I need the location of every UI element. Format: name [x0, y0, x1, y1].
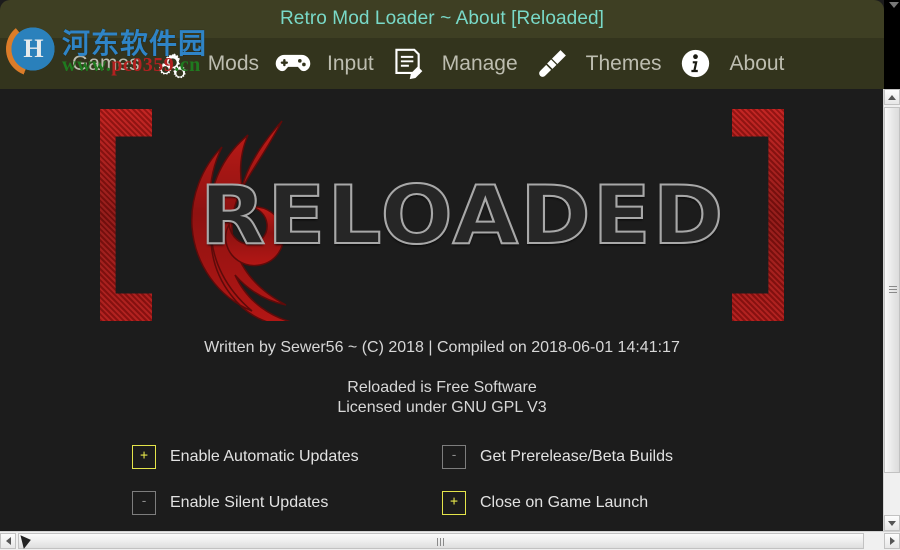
about-credits-line: Written by Sewer56 ~ (C) 2018 | Compiled…: [204, 339, 680, 356]
logo-wordmark: RELOADED: [199, 168, 726, 263]
nav-label-games: Games: [72, 51, 140, 75]
window-right-edge: [884, 0, 900, 89]
nav-label-manage: Manage: [441, 51, 518, 75]
paintbrush-icon: [532, 44, 572, 84]
info-circle-icon: [676, 44, 716, 84]
about-options-grid: + Enable Automatic Updates - Get Prerele…: [132, 445, 752, 515]
about-license-line-1: Reloaded is Free Software: [347, 379, 537, 396]
option-enable-automatic-updates[interactable]: + Enable Automatic Updates: [132, 445, 442, 469]
main-navigation-bar: Games Mods Input Manage Themes About: [0, 38, 884, 89]
scroll-down-button[interactable]: [884, 515, 900, 531]
logo-bracket-left: [100, 109, 152, 321]
horizontal-scrollbar[interactable]: [0, 531, 900, 550]
option-label-enable-automatic-updates: Enable Automatic Updates: [170, 448, 359, 465]
application-window: Retro Mod Loader ~ About [Reloaded] Game…: [0, 0, 900, 550]
option-enable-silent-updates[interactable]: - Enable Silent Updates: [132, 491, 442, 515]
nav-item-themes[interactable]: Themes: [572, 38, 716, 89]
scroll-up-button[interactable]: [884, 89, 900, 105]
nav-label-input: Input: [327, 51, 374, 75]
option-close-on-game-launch[interactable]: + Close on Game Launch: [442, 491, 752, 515]
nav-label-mods: Mods: [207, 51, 260, 75]
nav-item-mods[interactable]: Mods: [194, 38, 313, 89]
checkbox-close-on-game-launch[interactable]: +: [442, 491, 466, 515]
scroll-right-button[interactable]: [884, 533, 900, 549]
scroll-right-arrow-icon: [889, 537, 895, 545]
nav-item-input[interactable]: Input: [313, 38, 428, 89]
nav-label-about: About: [729, 51, 785, 75]
checkbox-enable-automatic-updates[interactable]: +: [132, 445, 156, 469]
vertical-scrollbar[interactable]: [883, 89, 900, 531]
option-label-enable-silent-updates: Enable Silent Updates: [170, 494, 329, 511]
scrollbar-grip-icon: [889, 286, 897, 294]
gears-icon: [154, 44, 194, 84]
window-corner-arrow-icon: [889, 2, 899, 8]
horizontal-scrollbar-thumb[interactable]: [18, 533, 864, 549]
title-bar: Retro Mod Loader ~ About [Reloaded]: [0, 0, 884, 38]
checkbox-enable-silent-updates[interactable]: -: [132, 491, 156, 515]
option-label-get-prerelease-beta-builds: Get Prerelease/Beta Builds: [480, 448, 673, 465]
option-label-close-on-game-launch: Close on Game Launch: [480, 494, 649, 511]
nav-item-about[interactable]: About: [716, 38, 799, 89]
scrollbar-grip-icon: [437, 538, 445, 546]
gamepad-icon: [273, 44, 313, 84]
nav-left-spacer: [0, 63, 58, 64]
about-info-block: Written by Sewer56 ~ (C) 2018 | Compiled…: [0, 339, 884, 417]
scroll-left-arrow-icon: [5, 537, 11, 545]
window-title: Retro Mod Loader ~ About [Reloaded]: [279, 8, 605, 29]
nav-item-games[interactable]: Games: [58, 38, 194, 89]
nav-label-themes: Themes: [585, 51, 662, 75]
scroll-up-arrow-icon: [888, 94, 896, 100]
scroll-left-button[interactable]: [0, 533, 16, 549]
option-get-prerelease-beta-builds[interactable]: - Get Prerelease/Beta Builds: [442, 445, 752, 469]
about-page-content: RELOADED Written by Sewer56 ~ (C) 2018 |…: [0, 89, 884, 525]
vertical-scrollbar-thumb[interactable]: [884, 107, 900, 473]
reloaded-logo: RELOADED: [92, 101, 792, 331]
scroll-down-arrow-icon: [888, 520, 896, 526]
list-edit-icon: [388, 44, 428, 84]
about-license-line-2: Licensed under GNU GPL V3: [337, 399, 547, 416]
checkbox-get-prerelease-beta-builds[interactable]: -: [442, 445, 466, 469]
nav-item-manage[interactable]: Manage: [428, 38, 572, 89]
